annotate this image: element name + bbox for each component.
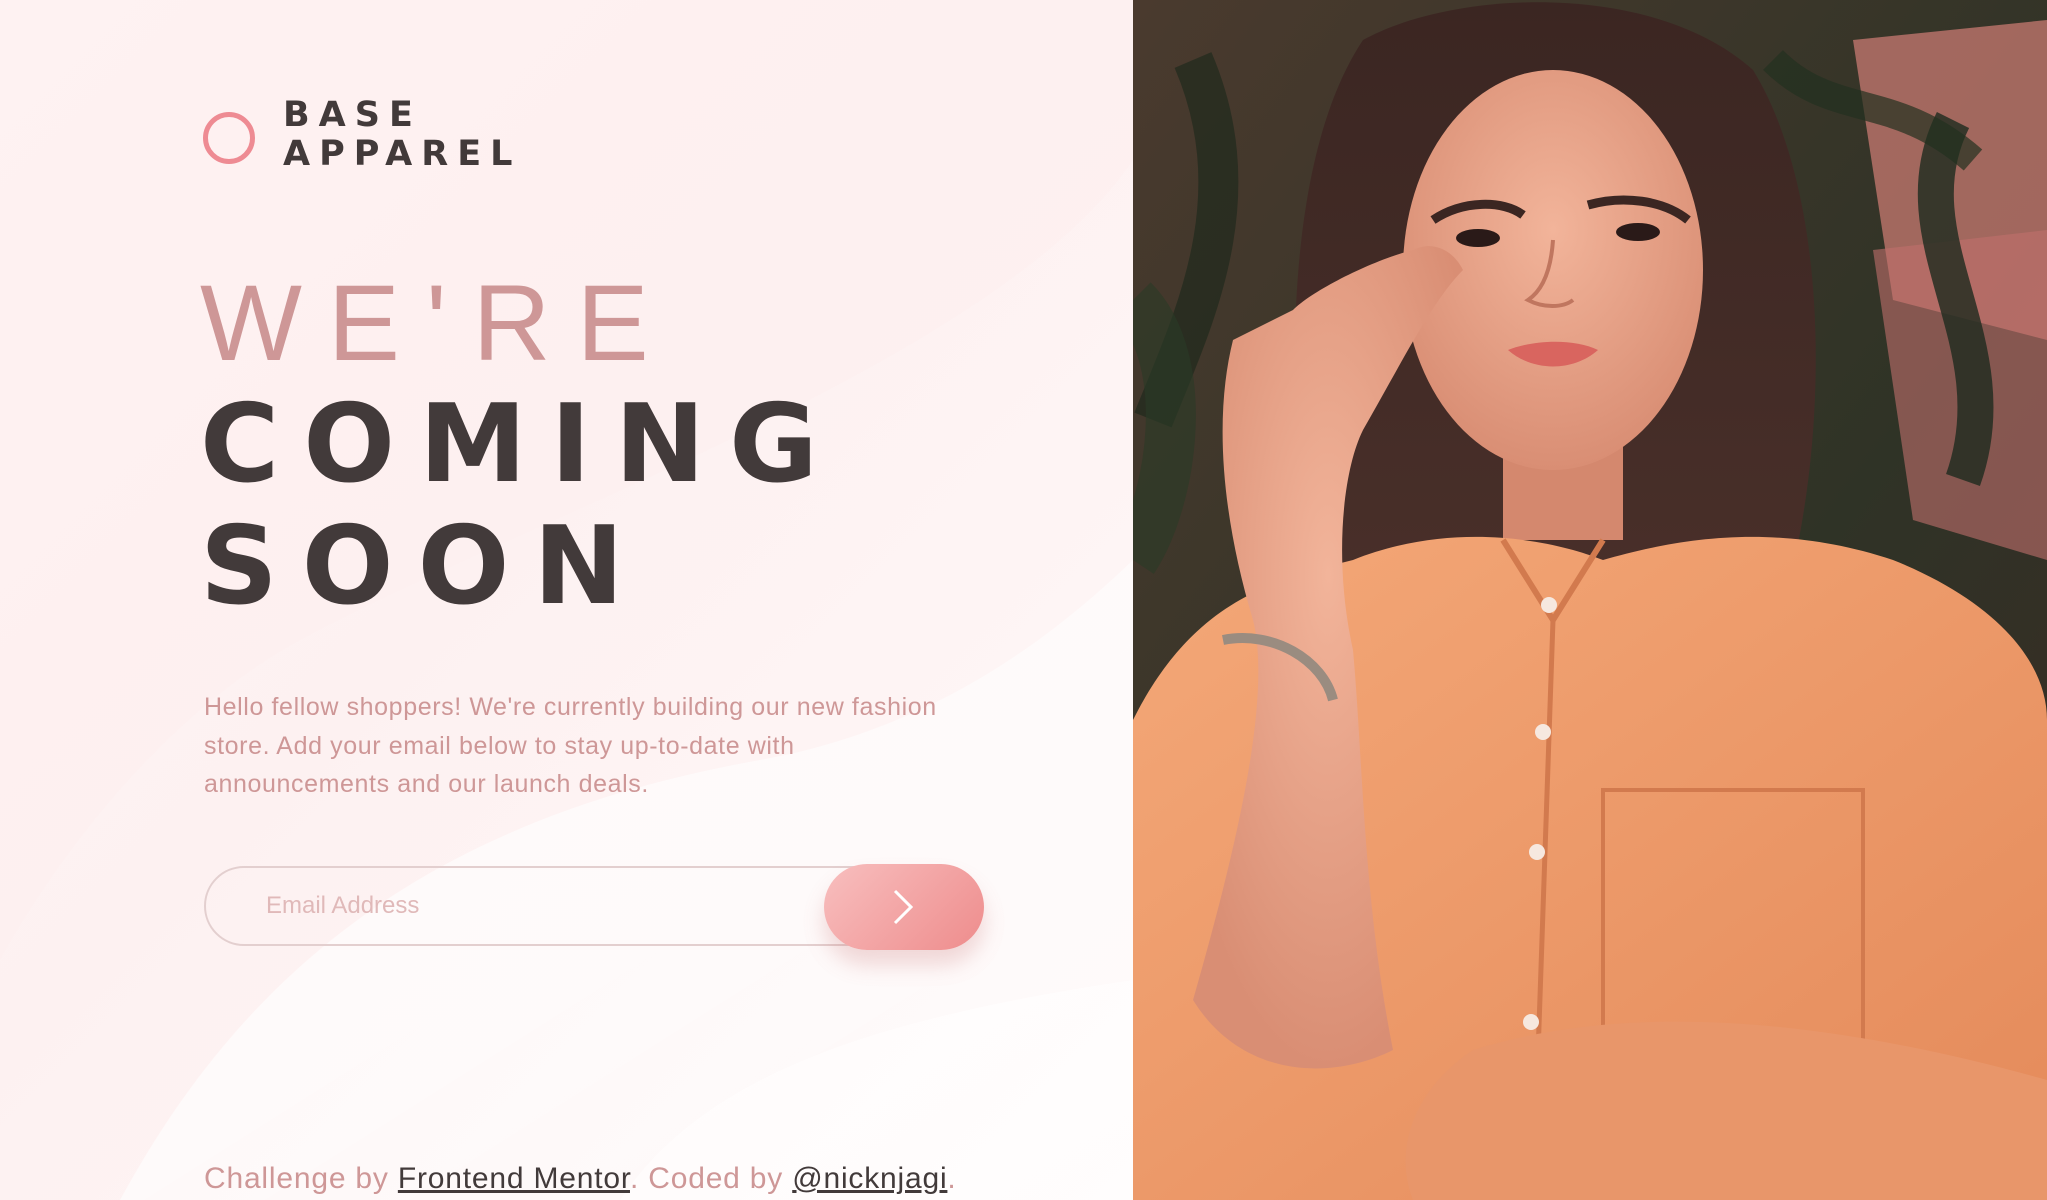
- hero-photo: [1133, 0, 2047, 1200]
- headline-light: WE'RE: [200, 262, 675, 383]
- frontend-mentor-link[interactable]: Frontend Mentor: [398, 1162, 630, 1195]
- logo-ring-icon: [203, 112, 255, 164]
- chevron-right-icon: [893, 889, 914, 925]
- brand-line-2: APPAREL: [283, 134, 522, 174]
- brand-logo[interactable]: BASE APPAREL: [203, 96, 521, 174]
- author-link[interactable]: @nicknjagi: [792, 1162, 947, 1195]
- headline-bold-line-2: SOON: [200, 504, 648, 629]
- headline-bold-line-1: COMING: [200, 382, 842, 507]
- attribution-prefix: Challenge by: [204, 1162, 398, 1195]
- attribution: Challenge by Frontend Mentor. Coded by @…: [204, 1162, 957, 1196]
- submit-button[interactable]: [824, 864, 984, 950]
- attribution-suffix: .: [947, 1162, 957, 1195]
- left-panel: BASE APPAREL WE'RE COMING SOON Hello fel…: [0, 0, 1133, 1200]
- page-headline: WE'RE COMING SOON: [200, 262, 842, 628]
- intro-text: Hello fellow shoppers! We're currently b…: [204, 693, 937, 798]
- subscribe-form: [204, 864, 984, 950]
- brand-name: BASE APPAREL: [283, 96, 521, 174]
- email-input[interactable]: [204, 866, 924, 946]
- hero-image-panel: [1133, 0, 2047, 1200]
- attribution-middle: . Coded by: [629, 1162, 793, 1195]
- brand-line-1: BASE: [283, 95, 422, 135]
